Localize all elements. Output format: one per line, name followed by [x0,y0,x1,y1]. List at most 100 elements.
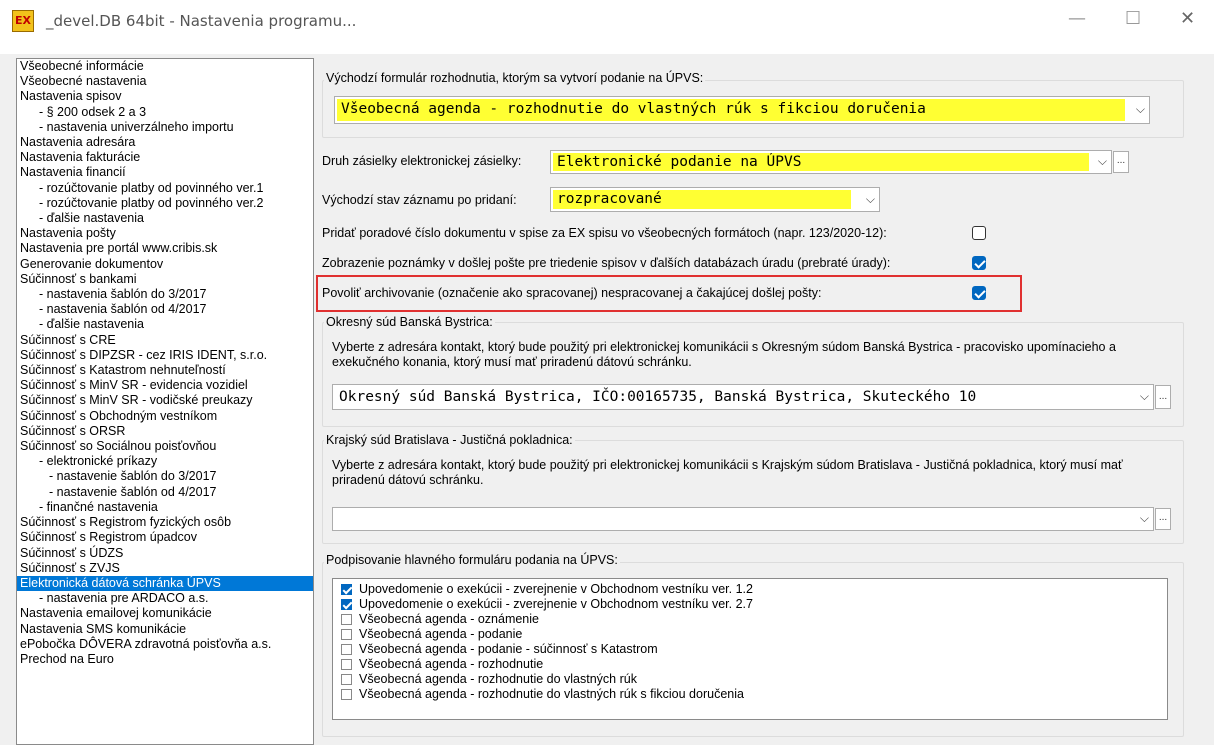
close-button[interactable]: ✕ [1180,8,1195,29]
default-state-label: Východzí stav záznamu po pridaní: [322,193,517,207]
signing-item-checkbox[interactable] [341,689,352,700]
nav-item[interactable]: - elektronické príkazy [17,454,313,469]
district-court-title: Okresný súd Banská Bystrica: [324,315,495,329]
chevron-down-icon: ⌵ [1139,388,1149,403]
signing-item-label: Upovedomenie o exekúcii - zverejnenie v … [359,597,753,611]
regional-court-browse-button[interactable]: ... [1155,508,1171,530]
nav-item[interactable]: Súčinnosť s CRE [17,333,313,348]
minimize-button[interactable]: — [1068,8,1086,29]
chevron-down-icon: ⌵ [1139,510,1149,525]
signing-checklist[interactable]: Upovedomenie o exekúcii - zverejnenie v … [332,578,1168,720]
district-court-select[interactable]: Okresný súd Banská Bystrica, IČO:0016573… [332,384,1154,410]
district-court-description: Vyberte z adresára kontakt, ktorý bude p… [332,340,1116,369]
signing-item[interactable]: Upovedomenie o exekúcii - zverejnenie v … [333,582,1167,597]
shipment-type-label: Druh zásielky elektronickej zásielky: [322,154,522,168]
nav-item[interactable]: Prechod na Euro [17,652,313,667]
nav-item[interactable]: Nastavenia adresára [17,135,313,150]
nav-item[interactable]: - nastavenie šablón do 3/2017 [17,469,313,484]
signing-item[interactable]: Všeobecná agenda - podanie - súčinnosť s… [333,642,1167,657]
signing-item-checkbox[interactable] [341,614,352,625]
nav-item[interactable]: Súčinnosť s Obchodným vestníkom [17,409,313,424]
app-icon-text: EX [15,14,31,27]
app-icon: EX [12,10,34,32]
add-order-label: Pridať poradové číslo dokumentu v spise … [322,226,887,240]
default-form-value: Všeobecná agenda - rozhodnutie do vlastn… [337,99,1125,121]
nav-item[interactable]: - ďalšie nastavenia [17,211,313,226]
add-order-checkbox[interactable] [972,226,986,240]
nav-item[interactable]: Elektronická dátová schránka ÚPVS [17,575,313,592]
signing-item-checkbox[interactable] [341,674,352,685]
show-note-label: Zobrazenie poznámky v došlej pošte pre t… [322,256,891,270]
signing-item-label: Všeobecná agenda - oznámenie [359,612,539,626]
default-state-value: rozpracované [553,190,851,209]
chevron-down-icon: ⌵ [1097,153,1107,168]
signing-item-label: Všeobecná agenda - rozhodnutie do vlastn… [359,672,637,686]
nav-item[interactable]: Súčinnosť s ZVJS [17,561,313,576]
signing-item[interactable]: Všeobecná agenda - oznámenie [333,612,1167,627]
signing-item-checkbox[interactable] [341,659,352,670]
nav-item[interactable]: Súčinnosť s MinV SR - evidencia vozidiel [17,378,313,393]
nav-item[interactable]: Nastavenia pre portál www.cribis.sk [17,241,313,256]
allow-archive-label: Povoliť archivovanie (označenie ako spra… [322,286,822,300]
nav-item[interactable]: Súčinnosť s DIPZSR - cez IRIS IDENT, s.r… [17,348,313,363]
signing-item-label: Všeobecná agenda - rozhodnutie [359,657,544,671]
nav-item[interactable]: Všeobecné nastavenia [17,74,313,89]
signing-item[interactable]: Všeobecná agenda - rozhodnutie do vlastn… [333,687,1167,702]
nav-item[interactable]: - § 200 odsek 2 a 3 [17,105,313,120]
settings-nav-list[interactable]: Všeobecné informácie Všeobecné nastavenia… [16,58,314,745]
nav-item[interactable]: - nastavenia šablón do 3/2017 [17,287,313,302]
nav-item[interactable]: Nastavenia financií [17,165,313,180]
regional-court-title: Krajský súd Bratislava - Justičná poklad… [324,433,575,447]
nav-item[interactable]: Nastavenia spisov [17,89,313,104]
nav-item[interactable]: - nastavenia šablón od 4/2017 [17,302,313,317]
nav-item[interactable]: - nastavenie šablón od 4/2017 [17,485,313,500]
nav-item[interactable]: Súčinnosť so Sociálnou poisťovňou [17,439,313,454]
nav-item[interactable]: - ďalšie nastavenia [17,317,313,332]
nav-item[interactable]: Súčinnosť s Registrom úpadcov [17,530,313,545]
maximize-button[interactable]: ☐ [1125,8,1141,29]
nav-item[interactable]: - finančné nastavenia [17,500,313,515]
shipment-type-select[interactable]: Elektronické podanie na ÚPVS ⌵ [550,150,1112,174]
nav-item[interactable]: - rozúčtovanie platby od povinného ver.2 [17,196,313,211]
shipment-type-value: Elektronické podanie na ÚPVS [553,153,1089,171]
nav-item[interactable]: - nastavenia pre ARDACO a.s. [17,591,313,606]
nav-item[interactable]: Nastavenia fakturácie [17,150,313,165]
settings-panel: Východzí formulár rozhodnutia, ktorým sa… [316,58,1214,745]
show-note-checkbox[interactable] [972,256,986,270]
nav-item[interactable]: Súčinnosť s Registrom fyzických osôb [17,515,313,530]
regional-court-value [335,510,1129,528]
signing-item-label: Upovedomenie o exekúcii - zverejnenie v … [359,582,753,596]
chevron-down-icon: ⌵ [1135,101,1145,116]
nav-item[interactable]: - rozúčtovanie platby od povinného ver.1 [17,181,313,196]
nav-item[interactable]: Všeobecné informácie [17,59,313,74]
district-court-browse-button[interactable]: ... [1155,385,1171,409]
allow-archive-checkbox[interactable] [972,286,986,300]
default-form-select[interactable]: Všeobecná agenda - rozhodnutie do vlastn… [334,96,1150,124]
signing-item-checkbox[interactable] [341,599,352,610]
nav-item[interactable]: ePobočka DÔVERA zdravotná poisťovňa a.s. [17,637,313,652]
nav-item[interactable]: Generovanie dokumentov [17,257,313,272]
shipment-type-browse-button[interactable]: ... [1113,151,1129,173]
signing-item[interactable]: Všeobecná agenda - rozhodnutie do vlastn… [333,672,1167,687]
nav-item[interactable]: Nastavenia emailovej komunikácie [17,606,313,621]
title-bar: EX _devel.DB 64bit - Nastavenia programu… [0,0,1214,54]
signing-title: Podpisovanie hlavného formuláru podania … [324,553,620,567]
signing-item[interactable]: Upovedomenie o exekúcii - zverejnenie v … [333,597,1167,612]
regional-court-select[interactable]: ⌵ [332,507,1154,531]
default-state-select[interactable]: rozpracované ⌵ [550,187,880,212]
nav-item[interactable]: Súčinnosť s bankami [17,272,313,287]
signing-item[interactable]: Všeobecná agenda - podanie [333,627,1167,642]
nav-item[interactable]: Nastavenia pošty [17,226,313,241]
signing-item-checkbox[interactable] [341,644,352,655]
signing-item-checkbox[interactable] [341,629,352,640]
signing-item-checkbox[interactable] [341,584,352,595]
nav-item[interactable]: - nastavenia univerzálneho importu [17,120,313,135]
nav-item[interactable]: Súčinnosť s ÚDZS [17,546,313,561]
nav-item[interactable]: Nastavenia SMS komunikácie [17,622,313,637]
signing-item[interactable]: Všeobecná agenda - rozhodnutie [333,657,1167,672]
nav-item[interactable]: Súčinnosť s ORSR [17,424,313,439]
nav-item[interactable]: Súčinnosť s Katastrom nehnuteľností [17,363,313,378]
signing-item-label: Všeobecná agenda - podanie - súčinnosť s… [359,642,658,656]
district-court-value: Okresný súd Banská Bystrica, IČO:0016573… [339,389,977,405]
nav-item[interactable]: Súčinnosť s MinV SR - vodičské preukazy [17,393,313,408]
